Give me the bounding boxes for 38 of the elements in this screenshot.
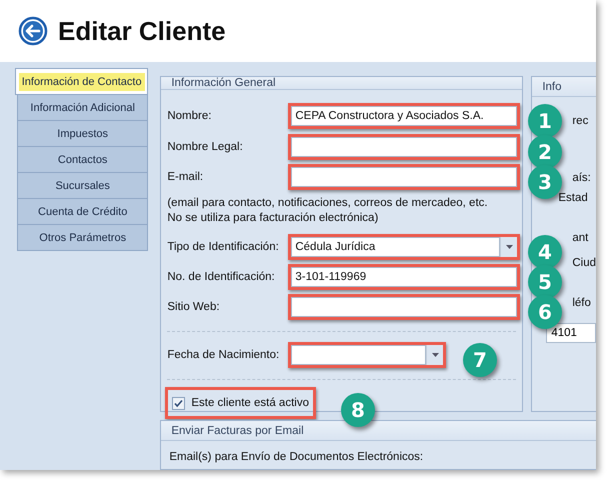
sidebar-tab[interactable]: Otros Parámetros <box>17 225 148 251</box>
caret-icon <box>432 353 439 357</box>
field-label: Nombre Legal: <box>167 141 244 153</box>
sidebar-tab[interactable]: Cuenta de Crédito <box>17 199 148 225</box>
field-label: Ciud <box>572 257 596 269</box>
sidebar-tab[interactable]: Impuestos <box>17 121 148 147</box>
text-field[interactable] <box>288 164 520 190</box>
back-icon[interactable] <box>18 16 48 46</box>
sidebar-tab[interactable]: Contactos <box>17 147 148 173</box>
page-title: Editar Cliente <box>58 16 226 46</box>
sidebar-tab[interactable]: Sucursales <box>17 173 148 199</box>
field-label: ant <box>572 232 590 244</box>
text-field[interactable] <box>288 134 520 160</box>
panel-title: Información General <box>171 77 276 89</box>
panel-title: Info <box>542 80 562 92</box>
phone-field[interactable]: 4101 <box>546 323 596 343</box>
field-label: Nombre: <box>167 110 212 122</box>
dropdown-field[interactable] <box>288 342 446 368</box>
text-field[interactable]: 3-101-119969 <box>288 264 520 290</box>
field-label: aís: <box>572 172 592 184</box>
caret-icon <box>506 245 513 249</box>
field-label: Sitio Web: <box>167 301 221 313</box>
email-note: (email para contacto, notificaciones, correos de mercadeo, etc. No se utiliza para facturación electrónica) <box>167 196 489 226</box>
text-field[interactable] <box>288 294 520 320</box>
dropdown-field[interactable]: Cédula Jurídica <box>288 234 520 260</box>
panel-title: Enviar Facturas por Email <box>171 424 304 436</box>
field-label: Fecha de Nacimiento: <box>167 349 280 361</box>
field-label: No. de Identificación: <box>167 271 276 283</box>
active-checkbox[interactable]: Este cliente está activo <box>165 387 316 419</box>
check-icon <box>174 398 184 408</box>
field-label: léfo <box>572 297 592 309</box>
field-label: Tipo de Identificación: <box>167 241 280 253</box>
sidebar-tab[interactable]: Información de Contacto <box>15 68 148 95</box>
sidebar-tab[interactable]: Información Adicional <box>17 95 148 121</box>
field-label: E-mail: <box>167 171 204 183</box>
field-label: rec <box>572 115 590 127</box>
email-label: Email(s) para Envío de Documentos Electrónicos: <box>168 450 424 463</box>
text-field[interactable]: CEPA Constructora y Asociados S.A. <box>288 103 520 129</box>
